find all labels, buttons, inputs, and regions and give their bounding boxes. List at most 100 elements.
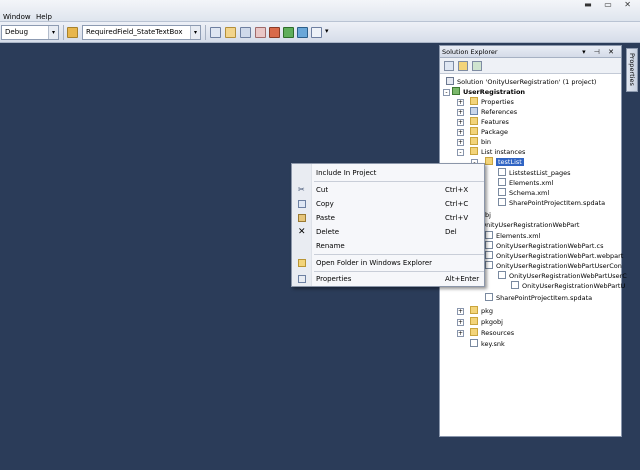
tree-node[interactable]: ListstestList_pages (498, 168, 570, 178)
tree-node[interactable]: Features (470, 117, 509, 127)
file-icon (485, 293, 493, 301)
file-icon (498, 178, 506, 186)
file-icon (485, 251, 493, 259)
file-icon (470, 339, 478, 347)
project-icon (452, 87, 460, 95)
tree-node[interactable]: bin (470, 137, 491, 147)
menu-item-open-folder[interactable]: Open Folder in Windows Explorer (292, 256, 486, 270)
server-explorer-icon[interactable] (297, 27, 308, 38)
panel-controls[interactable]: ▾ ⊣ ✕ (582, 46, 617, 58)
menu-item-paste[interactable]: Paste Ctrl+V (292, 211, 486, 225)
collapse-toggle[interactable]: - (457, 149, 464, 156)
expand-toggle[interactable]: + (457, 129, 464, 136)
folder-icon (485, 157, 493, 165)
solution-config-value: Debug (5, 28, 29, 36)
expand-toggle[interactable]: + (457, 330, 464, 337)
tree-node[interactable]: pkgobj (470, 317, 503, 327)
tree-node[interactable]: Elements.xml (485, 231, 540, 241)
context-menu: Include In Project ✂ Cut Ctrl+X Copy Ctr… (291, 163, 485, 287)
window-layout-icon[interactable] (311, 27, 322, 38)
file-icon (485, 231, 493, 239)
solution-explorer-toolbar (440, 58, 621, 74)
folder-icon (470, 306, 478, 314)
folder-icon (470, 137, 478, 145)
paste-icon (298, 214, 306, 222)
tree-node[interactable]: Package (470, 127, 508, 137)
properties-side-tab[interactable]: Properties (626, 48, 638, 92)
file-icon (485, 261, 493, 269)
expand-toggle[interactable]: + (457, 119, 464, 126)
tree-node[interactable]: OnityUserRegistrationWebPart.webpart (485, 251, 623, 261)
references-icon (470, 107, 478, 115)
tree-node-selected[interactable]: testList (485, 157, 524, 167)
menu-item-delete[interactable]: ✕ Delete Del (292, 225, 486, 239)
menu-item-properties[interactable]: Properties Alt+Enter (292, 272, 486, 286)
properties-side-tab-label: Properties (628, 53, 636, 86)
expand-toggle[interactable]: + (457, 109, 464, 116)
solution-explorer-title-text: Solution Explorer (442, 48, 498, 56)
tree-node[interactable]: OnityUserRegistrationWebPart.cs (485, 241, 603, 251)
tree-node[interactable]: Solution 'OnityUserRegistration' (1 proj… (446, 77, 596, 87)
collapse-toggle[interactable]: - (443, 89, 450, 96)
tree-node[interactable]: key.snk (470, 339, 505, 349)
tree-node[interactable]: Resources (470, 328, 514, 338)
solution-explorer-title: Solution Explorer ▾ ⊣ ✕ (440, 46, 621, 58)
tree-node[interactable]: OnityUserRegistrationWebPart (470, 220, 579, 230)
copy-icon (298, 200, 306, 208)
menu-item-cut[interactable]: ✂ Cut Ctrl+X (292, 183, 486, 197)
file-icon (511, 281, 519, 289)
scissors-icon: ✂ (298, 185, 305, 194)
tree-node[interactable]: pkg (470, 306, 493, 316)
tree-node[interactable]: OnityUserRegistrationWebPartUserC (498, 271, 627, 281)
solution-explorer-icon[interactable] (210, 27, 221, 38)
menu-item-rename[interactable]: Rename (292, 239, 486, 253)
properties-window-icon[interactable] (225, 27, 236, 38)
folder-icon (470, 317, 478, 325)
delete-icon: ✕ (298, 227, 306, 237)
find-combo-value: RequiredField_StateTextBox (86, 28, 183, 36)
tree-node[interactable]: OnityUserRegistrationWebPartU (511, 281, 625, 291)
tree-node[interactable]: UserRegistration (452, 87, 525, 97)
properties-icon[interactable] (444, 61, 454, 71)
object-browser-icon[interactable] (240, 27, 251, 38)
toolbox-icon[interactable] (255, 27, 266, 38)
expand-toggle[interactable]: + (457, 139, 464, 146)
tree-node[interactable]: List instances (470, 147, 525, 157)
expand-toggle[interactable]: + (457, 308, 464, 315)
chevron-down-icon[interactable]: ▾ (190, 26, 200, 39)
show-all-files-icon[interactable] (458, 61, 468, 71)
tree-node[interactable]: Properties (470, 97, 514, 107)
toolbar-separator (63, 25, 64, 40)
file-icon (485, 241, 493, 249)
toolbar-separator (205, 25, 206, 40)
menu-item-copy[interactable]: Copy Ctrl+C (292, 197, 486, 211)
expand-toggle[interactable]: + (457, 99, 464, 106)
chevron-down-icon[interactable]: ▾ (325, 27, 329, 35)
window-controls[interactable]: ▬ ▭ ✕ (584, 0, 636, 9)
find-combo[interactable]: RequiredField_StateTextBox ▾ (82, 25, 201, 40)
menu-separator (314, 254, 484, 255)
error-list-icon[interactable] (269, 27, 280, 38)
menu-item-include-in-project[interactable]: Include In Project (292, 166, 486, 180)
menu-window[interactable]: Window (3, 13, 31, 21)
chevron-down-icon[interactable]: ▾ (48, 26, 58, 39)
folder-icon (470, 117, 478, 125)
refresh-icon[interactable] (472, 61, 482, 71)
file-icon (498, 271, 506, 279)
menu-help[interactable]: Help (36, 13, 52, 21)
tree-node[interactable]: References (470, 107, 517, 117)
expand-toggle[interactable]: + (457, 319, 464, 326)
start-page-icon[interactable] (283, 27, 294, 38)
menu-bar: Window Help ▬ ▭ ✕ (0, 0, 640, 22)
folder-icon (470, 97, 478, 105)
solution-config-combo[interactable]: Debug ▾ (1, 25, 59, 40)
tree-node[interactable]: Elements.xml (498, 178, 553, 188)
find-in-files-icon[interactable] (67, 27, 78, 38)
properties-icon (298, 275, 306, 283)
folder-icon (298, 259, 306, 267)
tree-node[interactable]: Schema.xml (498, 188, 549, 198)
menu-separator (314, 181, 484, 182)
tree-node[interactable]: SharePointProjectItem.spdata (485, 293, 592, 303)
tree-node[interactable]: SharePointProjectItem.spdata (498, 198, 605, 208)
tree-node[interactable]: OnityUserRegistrationWebPartUserCon (485, 261, 622, 271)
